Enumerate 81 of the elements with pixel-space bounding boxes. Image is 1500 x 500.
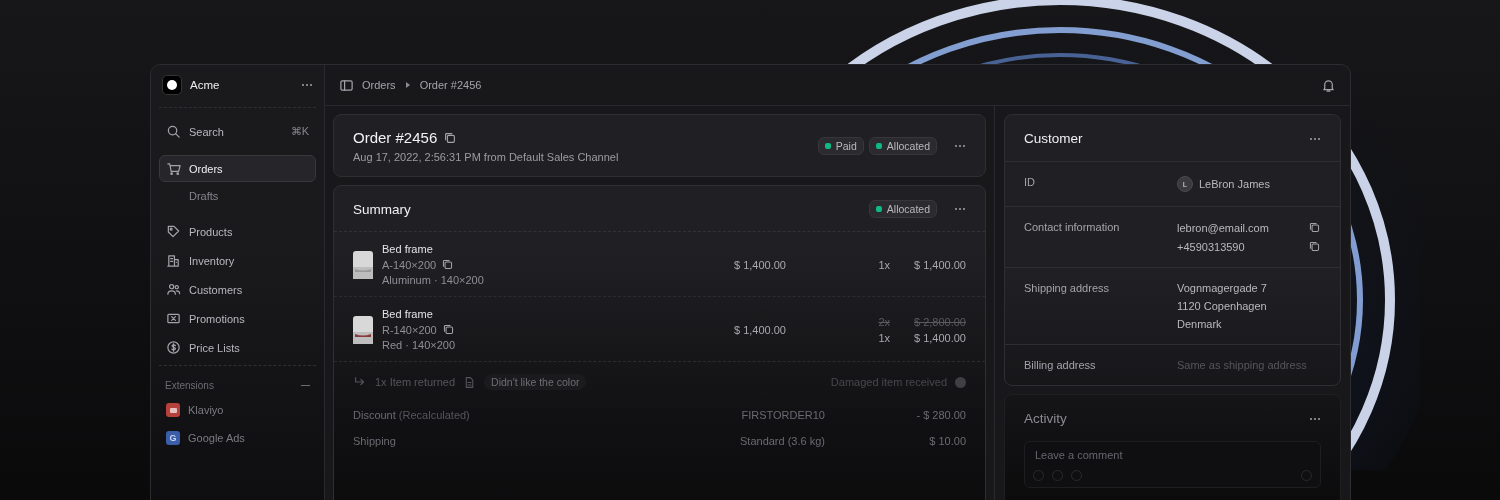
section-title: Summary (353, 201, 412, 217)
product-variant: Red · 140×200 (382, 339, 457, 351)
sidebar-item[interactable]: Customers (159, 276, 316, 303)
total-detail: FIRSTORDER10 (740, 409, 825, 421)
status-badge: Allocated (868, 137, 937, 155)
sidebar-subitem[interactable]: Drafts (159, 184, 316, 208)
breadcrumb-separator-icon (403, 81, 412, 89)
section-heading: Extensions (165, 380, 214, 391)
line-total: $ 2,800.00 (913, 315, 966, 328)
more-icon[interactable] (1309, 136, 1321, 141)
field-value: lebron@email.com (1177, 221, 1270, 234)
copy-icon[interactable] (441, 323, 455, 336)
field-value: Vognmagergade 7 (1177, 282, 1268, 294)
line-total: $ 1,400.00 (913, 258, 966, 271)
breadcrumb-link[interactable]: Order #2456 (419, 79, 482, 91)
field-label: Contact information (1024, 221, 1121, 235)
copy-icon[interactable] (441, 258, 455, 271)
copy-icon[interactable] (443, 130, 458, 145)
total-label: Discount (Recalculated) (353, 409, 471, 421)
field-label: ID (1024, 176, 1036, 190)
field-value: 1120 Copenhagen (1177, 300, 1268, 312)
copy-icon[interactable] (1308, 240, 1321, 253)
ticket-icon (166, 311, 181, 326)
store-name: Acme (190, 79, 221, 91)
field-label: Shipping address (1024, 282, 1110, 296)
quantity: 2x (877, 315, 890, 328)
notification-bell-icon[interactable] (1321, 77, 1336, 93)
field-value: Same as shipping address (1177, 359, 1308, 371)
store-logo-icon (162, 75, 182, 95)
product-sku: A-140×200 (382, 258, 437, 271)
order-date: Aug 17, 2022, 2:56:31 PM from Default Sales Channel (353, 151, 620, 163)
order-title: Order #2456 (353, 129, 438, 146)
field-value: LeBron James (1199, 178, 1271, 190)
quantity: 1x (877, 331, 890, 344)
field-label: Billing address (1024, 359, 1097, 371)
comment-box[interactable]: Leave a comment (1024, 441, 1321, 488)
status-badge: Allocated (868, 200, 937, 218)
sidebar-item[interactable]: Price Lists (159, 334, 316, 361)
sidebar-item[interactable]: Search ⌘K (159, 118, 316, 145)
sidebar-item[interactable]: Products (159, 218, 316, 245)
product-sku: R-140×200 (382, 323, 437, 336)
total-detail: Standard (3.6 kg) (739, 435, 825, 447)
search-icon (166, 124, 181, 139)
tag-icon (166, 224, 181, 239)
total-label: Shipping (353, 435, 397, 447)
return-text: 1x Item returned (375, 376, 456, 388)
dollar-icon (166, 340, 181, 355)
app-badge: G (166, 431, 180, 445)
total-amount: $ 10.00 (928, 435, 966, 447)
copy-icon[interactable] (1308, 221, 1321, 234)
product-name: Bed frame (382, 243, 434, 255)
comment-field[interactable]: Leave a comment (1033, 448, 1316, 462)
more-icon[interactable] (954, 207, 966, 211)
status-badge: Paid (817, 137, 864, 155)
return-reason-tag: Didn't like the color (484, 374, 587, 390)
users-icon (166, 282, 181, 297)
sidebar-item[interactable]: Orders (159, 155, 316, 182)
section-title: Customer (1024, 131, 1084, 146)
shortcut-hint: ⌘K (290, 125, 309, 138)
more-icon[interactable] (1309, 416, 1321, 421)
total-amount: - $ 280.00 (915, 409, 966, 421)
building-icon (166, 253, 181, 268)
quantity: 1x (877, 258, 890, 271)
extension-item[interactable]: Klaviyo (159, 397, 316, 423)
more-icon[interactable] (954, 144, 966, 148)
cart-icon (166, 161, 181, 176)
sidebar-item[interactable]: Promotions (159, 305, 316, 332)
extension-item[interactable]: G Google Ads (159, 425, 316, 451)
unit-price: $ 1,400.00 (733, 323, 786, 336)
sidebar-toggle-icon[interactable] (339, 77, 354, 93)
line-total: $ 1,400.00 (913, 331, 966, 344)
product-name: Bed frame (382, 308, 434, 320)
field-value: +4590313590 (1177, 240, 1246, 253)
sidebar-item[interactable]: Inventory (159, 247, 316, 274)
product-variant: Aluminum · 140×200 (382, 274, 485, 286)
avatar: L (1177, 176, 1193, 192)
more-icon[interactable] (301, 83, 313, 87)
breadcrumb-link[interactable]: Orders (362, 79, 396, 91)
section-title: Activity (1024, 411, 1068, 426)
unit-price: $ 1,400.00 (733, 258, 786, 271)
field-value: Denmark (1177, 318, 1223, 330)
